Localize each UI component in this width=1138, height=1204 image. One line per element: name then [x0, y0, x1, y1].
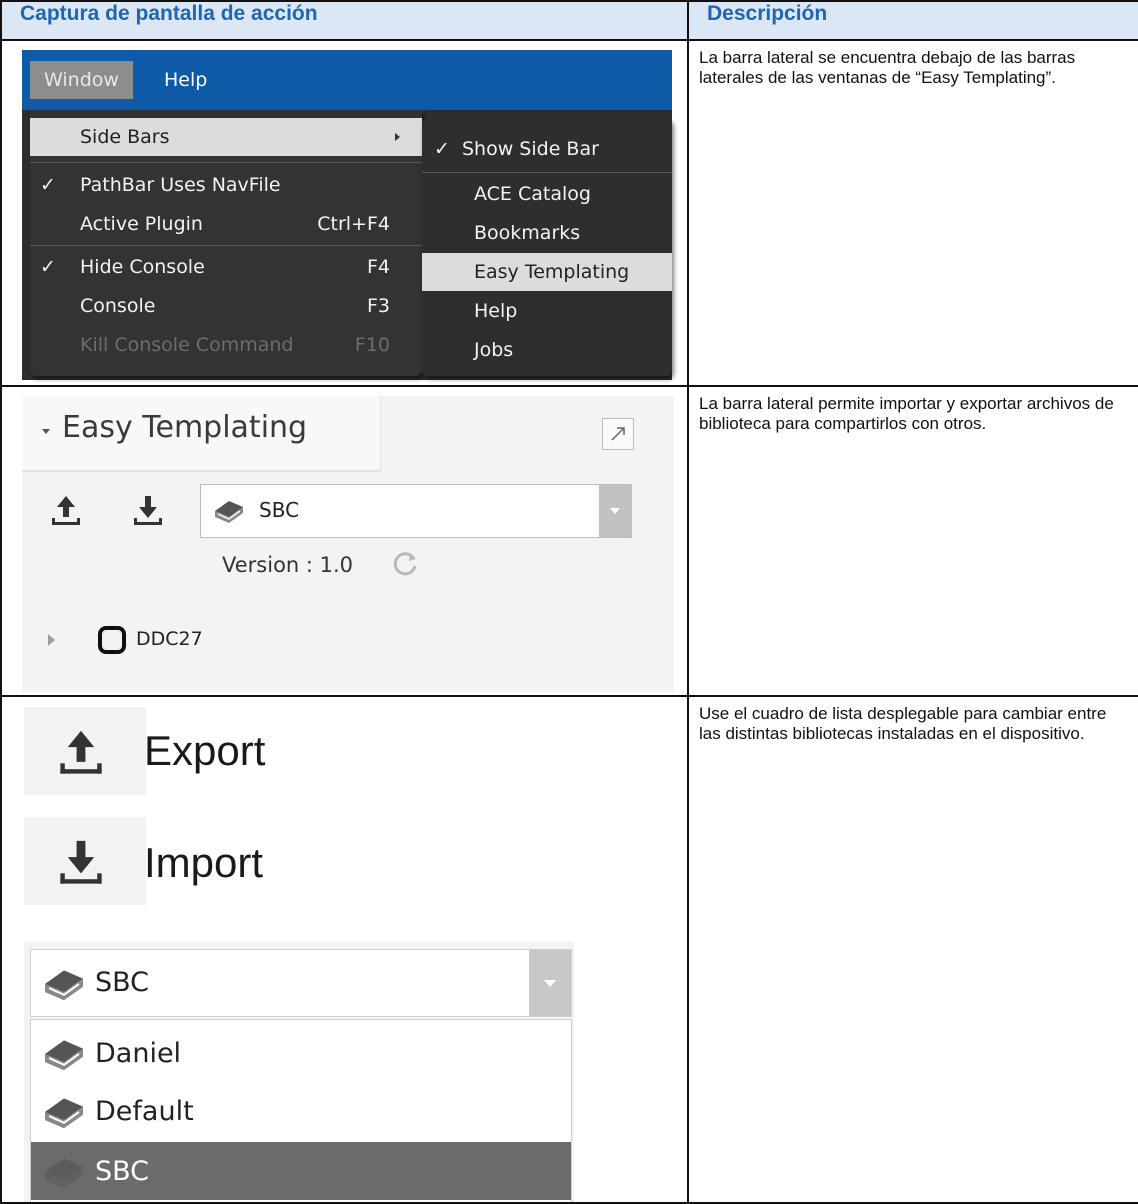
import-icon[interactable] [132, 492, 164, 530]
menu-item-label: Hide Console [80, 256, 205, 278]
menu-item-label: Active Plugin [80, 213, 203, 235]
menu-item-pathbar[interactable]: ✓ PathBar Uses NavFile [30, 166, 422, 204]
library-book-icon [215, 501, 243, 523]
description-cell: La barra lateral permite importar y expo… [687, 385, 1138, 697]
menu-item-label: Console [80, 295, 156, 317]
library-book-icon [45, 970, 83, 1001]
library-option-label: Daniel [95, 1038, 182, 1069]
library-option-sbc[interactable]: SBC [31, 1142, 571, 1200]
import-button[interactable] [24, 817, 146, 905]
library-option-label: SBC [95, 1156, 150, 1187]
submenu-item-jobs[interactable]: Jobs [422, 331, 672, 369]
station-icon [98, 626, 126, 654]
library-book-icon [45, 1098, 83, 1129]
menu-separator [422, 172, 672, 173]
menu-separator [30, 162, 422, 163]
collapse-caret-icon [42, 429, 50, 434]
description-cell: La barra lateral se encuentra debajo de … [687, 39, 1138, 387]
export-button[interactable] [24, 707, 146, 795]
submenu-item-show-side-bar[interactable]: ✓ Show Side Bar [422, 130, 672, 168]
menu-item-shortcut: F4 [366, 256, 390, 278]
menubar: Window Help [22, 50, 672, 110]
library-option-daniel[interactable]: Daniel [31, 1024, 571, 1082]
checkmark-icon: ✓ [434, 138, 450, 160]
version-label: Version : 1.0 [222, 553, 354, 577]
menu-separator [30, 245, 422, 246]
checkmark-icon: ✓ [40, 174, 56, 196]
menu-item-active-plugin[interactable]: Active Plugin Ctrl+F4 [30, 205, 422, 243]
export-icon[interactable] [50, 492, 82, 530]
export-icon [60, 730, 102, 774]
tree-expand-icon[interactable] [48, 634, 55, 646]
import-icon [60, 840, 102, 884]
menu-item-console[interactable]: Console F3 [30, 287, 422, 325]
dropdown-arrow-icon[interactable] [599, 485, 631, 537]
library-dropdown-panel: SBC Daniel Default SBC [24, 941, 574, 1201]
submenu-item-label: Easy Templating [474, 261, 630, 283]
menu-item-label: Kill Console Command [80, 334, 294, 356]
export-label[interactable]: Export [144, 727, 265, 775]
menu-screenshot: Window Help Side Bars ✓ PathBar Uses Nav… [22, 50, 672, 380]
library-select[interactable]: SBC [200, 484, 632, 538]
menu-window[interactable]: Window [30, 61, 133, 99]
menu-item-kill-console: Kill Console Command F10 [30, 326, 422, 364]
library-option-default[interactable]: Default [31, 1082, 571, 1140]
submenu-item-help[interactable]: Help [422, 292, 672, 330]
submenu-item-label: Bookmarks [474, 222, 581, 244]
submenu-item-label: Jobs [474, 339, 514, 361]
menu-item-hide-console[interactable]: ✓ Hide Console F4 [30, 248, 422, 286]
submenu-item-easy-templating[interactable]: Easy Templating [422, 253, 672, 291]
library-select-value: SBC [95, 967, 150, 998]
screenshot-cell-menu: Window Help Side Bars ✓ PathBar Uses Nav… [0, 39, 689, 387]
sidebar-title: Easy Templating [62, 410, 308, 445]
menu-item-shortcut: Ctrl+F4 [317, 213, 390, 235]
sidebar-tab[interactable]: Easy Templating [22, 396, 381, 472]
menu-help[interactable]: Help [150, 61, 221, 99]
library-select[interactable]: SBC [30, 949, 572, 1017]
header-description: Descripción [687, 0, 1138, 41]
screenshot-cell-dropdown: Export Import SBC Daniel Default SBC [0, 695, 689, 1204]
description-cell: Use el cuadro de lista desplegable para … [687, 695, 1138, 1204]
library-option-label: Default [95, 1096, 194, 1127]
menu-item-shortcut: F3 [366, 295, 390, 317]
submenu-item-bookmarks[interactable]: Bookmarks [422, 214, 672, 252]
dropdown-arrow-icon[interactable] [529, 950, 571, 1016]
action-table: Captura de pantalla de acción Descripció… [0, 0, 1138, 1204]
import-label[interactable]: Import [144, 839, 263, 887]
menu-item-label: PathBar Uses NavFile [80, 174, 281, 196]
library-book-icon [45, 1158, 83, 1189]
sidebar-screenshot: Easy Templating SBC Version: 1.0 DDC27 [22, 396, 674, 692]
window-menu: Side Bars ✓ PathBar Uses NavFile Active … [30, 110, 422, 376]
library-select-value: SBC [259, 498, 300, 522]
sidebars-submenu: ✓ Show Side Bar ACE Catalog Bookmarks Ea… [422, 118, 672, 376]
header-screenshot: Captura de pantalla de acción [0, 0, 689, 41]
tree-node-label[interactable]: DDC27 [136, 628, 203, 650]
menu-item-side-bars[interactable]: Side Bars [30, 118, 422, 156]
expand-icon[interactable] [602, 418, 634, 450]
menu-item-label: Side Bars [80, 126, 170, 148]
checkmark-icon: ✓ [40, 256, 56, 278]
refresh-icon[interactable] [390, 549, 420, 579]
submenu-item-label: Show Side Bar [462, 138, 599, 160]
menu-item-shortcut: F10 [354, 334, 390, 356]
library-options-list: Daniel Default SBC [30, 1019, 572, 1201]
submenu-arrow-icon [395, 133, 400, 141]
screenshot-cell-sidebar: Easy Templating SBC Version: 1.0 DDC27 [0, 385, 689, 697]
submenu-item-label: ACE Catalog [474, 183, 591, 205]
submenu-item-ace-catalog[interactable]: ACE Catalog [422, 175, 672, 213]
submenu-item-label: Help [474, 300, 518, 322]
library-book-icon [45, 1040, 83, 1071]
